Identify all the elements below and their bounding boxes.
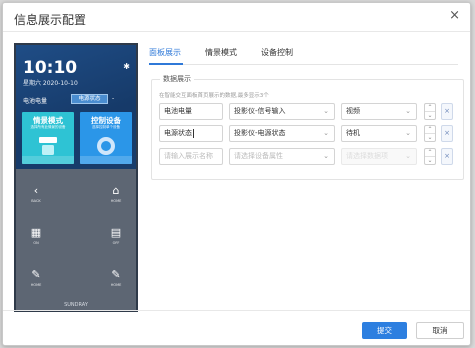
- move-down-icon[interactable]: ⌄: [425, 134, 435, 141]
- chevron-down-icon: ⌄: [405, 129, 411, 137]
- row-order-stepper[interactable]: ⌃ ⌄: [424, 125, 436, 142]
- active-tab-indicator: [149, 63, 183, 65]
- move-down-icon[interactable]: ⌄: [425, 112, 435, 119]
- text-cursor: [193, 128, 194, 138]
- value-select[interactable]: 请选择数据项 ⌄: [341, 148, 417, 165]
- ring-icon: [97, 137, 115, 155]
- device-edit-button-left: ✎ HOME: [16, 268, 56, 288]
- cancel-button[interactable]: 取消: [416, 322, 464, 339]
- card-bar: [22, 156, 74, 164]
- display-name-input[interactable]: 电源状态: [159, 125, 223, 142]
- header-divider: [3, 31, 470, 32]
- tab-scene-mode[interactable]: 情景模式: [205, 47, 237, 58]
- device-home-screen: 10:10 ✱ 星期六 2020-10-10 电池电量 电源状态 - 情景模式 …: [16, 45, 136, 169]
- value-select-value: 待机: [346, 129, 360, 137]
- device-button-label: HOME: [110, 283, 122, 287]
- attribute-select[interactable]: 请选择设备属性 ⌄: [229, 148, 335, 165]
- back-icon: ‹: [33, 184, 39, 197]
- device-off-button: ▤ OFF: [96, 226, 136, 246]
- edit-icon: ✎: [31, 268, 41, 281]
- attribute-select[interactable]: 投影仪-信号输入 ⌄: [229, 103, 335, 120]
- attribute-select[interactable]: 投影仪-电源状态 ⌄: [229, 125, 335, 142]
- delete-row-button[interactable]: ×: [441, 103, 453, 120]
- data-display-hint: 在智能交互面板首页展示的数据,最多显示3个: [159, 93, 269, 99]
- device-date: 星期六 2020-10-10: [23, 80, 78, 87]
- config-tabs: 面板展示 情景模式 设备控制: [149, 43, 458, 65]
- device-button-panel: ‹ BACK ⌂ HOME ▦ ON ▤ OFF ✎ HOME ✎ HOME S…: [16, 169, 136, 310]
- device-time: 10:10: [23, 58, 78, 78]
- dialog-title: 信息展示配置: [14, 13, 87, 27]
- control-device-card: 控制设备 选择控制单个设备: [80, 112, 132, 164]
- delete-row-button[interactable]: ×: [441, 125, 453, 142]
- chevron-down-icon: ⌄: [323, 129, 329, 137]
- device-button-label: BACK: [31, 199, 41, 203]
- card-subtitle: 选择所有此情景的设备: [30, 125, 66, 129]
- device-button-label: OFF: [112, 241, 120, 245]
- edit-icon: ✎: [111, 268, 121, 281]
- scene-icon: [39, 137, 57, 155]
- value-select-placeholder: 请选择数据项: [346, 152, 388, 160]
- chevron-down-icon: ⌄: [405, 107, 411, 115]
- grid-icon: ▦: [30, 226, 42, 239]
- device-home-button: ⌂ HOME: [96, 184, 136, 204]
- device-preview: 10:10 ✱ 星期六 2020-10-10 电池电量 电源状态 - 情景模式 …: [14, 43, 138, 312]
- device-power-badge: 电源状态: [71, 94, 108, 104]
- gear-icon: ✱: [123, 62, 130, 71]
- card-bar: [80, 156, 132, 164]
- footer-divider: [3, 310, 470, 311]
- value-select[interactable]: 视频 ⌄: [341, 103, 417, 120]
- value-select-value: 视频: [346, 107, 360, 115]
- row-order-stepper[interactable]: ⌃ ⌄: [424, 148, 436, 165]
- value-select[interactable]: 待机 ⌄: [341, 125, 417, 142]
- device-battery-label: 电池电量: [23, 98, 48, 105]
- device-button-label: HOME: [110, 199, 122, 203]
- device-back-button: ‹ BACK: [16, 184, 56, 204]
- move-up-icon[interactable]: ⌃: [425, 126, 435, 134]
- list-icon: ▤: [110, 226, 122, 239]
- move-down-icon[interactable]: ⌄: [425, 157, 435, 164]
- device-on-button: ▦ ON: [16, 226, 56, 246]
- attribute-select-value: 投影仪-信号输入: [234, 107, 286, 115]
- home-icon: ⌂: [112, 184, 120, 197]
- submit-button[interactable]: 提交: [362, 322, 407, 339]
- display-name-input[interactable]: 请输入展示名称: [159, 148, 223, 165]
- tab-device-control[interactable]: 设备控制: [261, 47, 293, 58]
- device-brand-footer: SUNDRAY: [64, 302, 88, 308]
- device-power-value: -: [112, 95, 115, 102]
- chevron-down-icon: ⌄: [323, 107, 329, 115]
- device-button-label: HOME: [30, 283, 42, 287]
- tab-panel-display[interactable]: 面板展示: [149, 47, 181, 58]
- attribute-select-placeholder: 请选择设备属性: [234, 152, 283, 160]
- group-legend: 数据展示: [160, 74, 194, 84]
- display-name-value: 电源状态: [164, 129, 192, 137]
- display-name-input[interactable]: 电池电量: [159, 103, 223, 120]
- close-icon[interactable]: ×: [449, 9, 460, 22]
- chevron-down-icon: ⌄: [323, 152, 329, 160]
- chevron-down-icon: ⌄: [405, 152, 411, 160]
- delete-row-button[interactable]: ×: [441, 148, 453, 165]
- config-dialog: 信息展示配置 × 10:10 ✱ 星期六 2020-10-10 电池电量 电源状…: [2, 2, 471, 346]
- move-up-icon[interactable]: ⌃: [425, 104, 435, 112]
- scene-mode-card: 情景模式 选择所有此情景的设备: [22, 112, 74, 164]
- device-button-label: ON: [33, 241, 39, 245]
- row-order-stepper[interactable]: ⌃ ⌄: [424, 103, 436, 120]
- device-edit-button-right: ✎ HOME: [96, 268, 136, 288]
- card-subtitle: 选择控制单个设备: [92, 125, 120, 129]
- move-up-icon[interactable]: ⌃: [425, 149, 435, 157]
- attribute-select-value: 投影仪-电源状态: [234, 129, 286, 137]
